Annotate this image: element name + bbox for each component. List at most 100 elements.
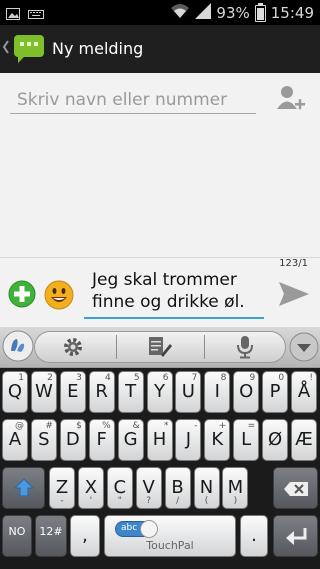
key-p[interactable]: P0 xyxy=(262,371,289,413)
key-o[interactable]: O9 xyxy=(233,371,260,413)
key-secondary-label: 0 xyxy=(278,373,285,383)
key-g[interactable]: G & xyxy=(117,419,144,461)
key-m[interactable]: M) xyxy=(222,467,249,509)
messaging-app-icon[interactable] xyxy=(12,33,46,69)
key-w[interactable]: W2 xyxy=(30,371,57,413)
key-h[interactable]: H * xyxy=(146,419,173,461)
key-secondary-label: & xyxy=(132,421,140,431)
key-secondary-label: " xyxy=(117,496,122,506)
key-a[interactable]: A @ xyxy=(2,419,28,461)
battery-icon xyxy=(254,2,266,22)
key-d[interactable]: D $ xyxy=(59,419,86,461)
compose-area: 123/1 Jeg skal trommer finne og drikke ø… xyxy=(0,257,320,328)
abc-toggle[interactable]: abc xyxy=(115,520,158,538)
enter-key[interactable] xyxy=(273,515,318,557)
period-key[interactable]: . xyxy=(240,515,268,557)
key-label: M xyxy=(227,477,244,498)
key-secondary-label: 2 xyxy=(47,373,53,383)
battery-percent: 93% xyxy=(216,4,250,22)
key-label: W xyxy=(34,381,53,402)
key-label: Ø xyxy=(268,429,283,450)
backspace-key[interactable] xyxy=(273,467,318,509)
send-icon xyxy=(279,282,309,306)
toolbar-divider xyxy=(116,335,117,359)
add-contact-button[interactable] xyxy=(276,83,306,117)
key-label: J xyxy=(185,429,192,450)
edit-button[interactable] xyxy=(148,335,172,363)
comma-key[interactable]: , xyxy=(70,515,100,557)
key-e[interactable]: E3 xyxy=(59,371,86,413)
status-bar: 93% 15:49 xyxy=(0,0,320,25)
key-ø[interactable]: Ø xyxy=(262,419,289,461)
voice-input-button[interactable] xyxy=(236,335,254,363)
key-n[interactable]: N( xyxy=(193,467,220,509)
microphone-icon xyxy=(237,336,253,359)
key-secondary-label: 7 xyxy=(191,373,198,383)
key-t[interactable]: T5 xyxy=(117,371,144,413)
key-å[interactable]: Å! xyxy=(291,371,317,413)
key-secondary-label: = xyxy=(247,421,256,431)
key-c[interactable]: C " xyxy=(106,467,133,509)
shift-key[interactable] xyxy=(2,467,45,509)
add-icon xyxy=(8,280,36,308)
key-s[interactable]: S # xyxy=(30,419,57,461)
recipient-placeholder: Skriv navn eller nummer xyxy=(17,90,228,110)
shift-icon xyxy=(14,478,34,497)
key-label: K xyxy=(211,429,224,450)
key-u[interactable]: U7 xyxy=(175,371,202,413)
key-label: H xyxy=(152,429,167,450)
key-i[interactable]: I8 xyxy=(204,371,231,413)
edit-icon xyxy=(149,337,172,357)
key-z[interactable]: Z- xyxy=(49,467,75,509)
keyboard-icon xyxy=(28,5,44,24)
key-secondary-label: @ xyxy=(15,421,24,431)
space-key[interactable]: abc TouchPal xyxy=(104,515,236,557)
key-label: I xyxy=(214,381,220,402)
image-icon xyxy=(6,5,20,24)
collapse-keyboard-button[interactable] xyxy=(289,332,319,366)
key-æ[interactable]: Æ xyxy=(291,419,317,461)
key-v[interactable]: V? xyxy=(135,467,162,509)
key-label: . xyxy=(251,525,257,546)
key-l[interactable]: L = xyxy=(233,419,260,461)
key-q[interactable]: Q1 xyxy=(2,371,28,413)
key-label: B xyxy=(171,477,184,498)
toggle-knob xyxy=(140,520,158,538)
message-input[interactable]: Jeg skal trommer finne og drikke øl. xyxy=(84,265,264,319)
back-button[interactable] xyxy=(2,39,10,59)
key-label: D xyxy=(65,429,80,450)
key-j[interactable]: J- xyxy=(175,419,202,461)
key-label: S xyxy=(38,429,50,450)
key-secondary-label: $ xyxy=(76,421,82,431)
action-bar: Ny melding xyxy=(0,25,320,75)
number-key[interactable]: 12# xyxy=(35,515,67,557)
chevron-down-icon xyxy=(289,332,319,362)
page-title: Ny melding xyxy=(52,39,144,58)
key-secondary-label: 4 xyxy=(104,373,111,383)
key-label: X xyxy=(84,477,98,498)
settings-button[interactable] xyxy=(62,336,84,362)
key-secondary-label: + xyxy=(218,421,227,431)
key-r[interactable]: R4 xyxy=(88,371,115,413)
language-key[interactable]: NO xyxy=(2,515,32,557)
key-secondary-label: % xyxy=(102,421,111,431)
attach-button[interactable] xyxy=(8,280,36,312)
key-f[interactable]: F% xyxy=(88,419,115,461)
send-button[interactable] xyxy=(278,280,310,312)
key-k[interactable]: K + xyxy=(204,419,231,461)
key-secondary-label: * xyxy=(164,421,169,431)
signal-icon xyxy=(195,3,212,23)
emoji-button[interactable] xyxy=(44,280,74,314)
key-y[interactable]: Y6 xyxy=(146,371,173,413)
key-label: Q xyxy=(7,381,23,402)
recipient-input[interactable]: Skriv navn eller nummer xyxy=(10,85,256,114)
key-label: NO xyxy=(8,525,26,538)
key-b[interactable]: B / xyxy=(164,467,191,509)
key-label: Æ xyxy=(295,429,313,450)
key-label: , xyxy=(82,525,88,546)
touchpal-menu-button[interactable] xyxy=(2,330,34,366)
key-secondary-label: 9 xyxy=(249,373,256,383)
key-label: L xyxy=(241,429,252,450)
key-x[interactable]: X ' xyxy=(77,467,104,509)
recipient-area: Skriv navn eller nummer xyxy=(0,73,320,257)
